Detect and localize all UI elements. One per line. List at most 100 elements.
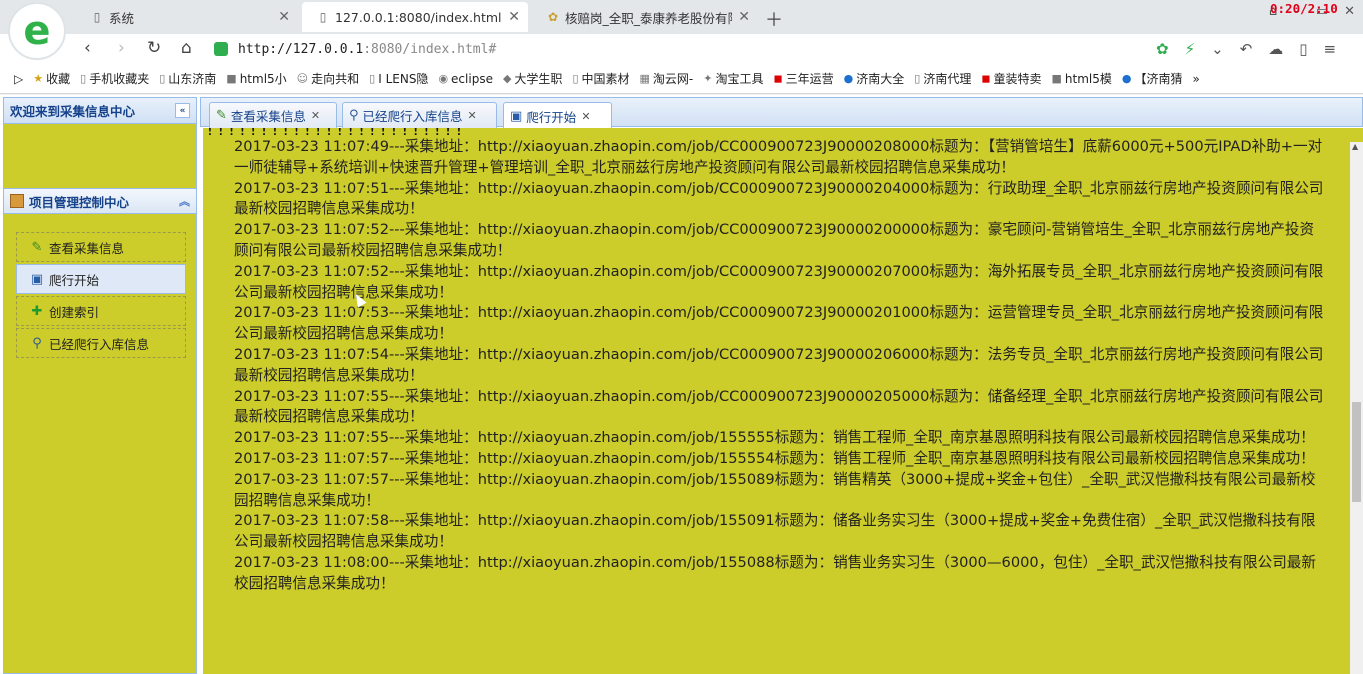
collapse-left-icon[interactable]: « bbox=[175, 103, 190, 118]
close-icon[interactable]: ✕ bbox=[468, 109, 477, 122]
log-list: 2017-03-23 11:07:49---采集地址：http://xiaoyu… bbox=[234, 137, 1324, 595]
menu-item-crawled-info[interactable]: ⚲ 已经爬行入库信息 bbox=[16, 328, 186, 358]
menu-list: ✎ 查看采集信息 ▣ 爬行开始 ✚ 创建索引 ⚲ 已经爬行入库信息 bbox=[16, 232, 186, 360]
fiftyeight-icon: ● bbox=[1121, 72, 1132, 85]
bookmark-item[interactable]: ☺ 走向共和 bbox=[297, 70, 359, 87]
sidebar-toggle-icon[interactable]: ▷ bbox=[14, 72, 23, 86]
site-icon: ◆ bbox=[502, 72, 512, 85]
log-line: 2017-03-23 11:07:52---采集地址：http://xiaoyu… bbox=[234, 262, 1324, 301]
dropdown-icon[interactable]: ⌄ bbox=[1211, 40, 1224, 58]
bookmark-item[interactable]: ■ html5小 bbox=[226, 70, 286, 87]
menu-item-label: 创建索引 bbox=[49, 304, 100, 320]
forward-icon[interactable]: › bbox=[118, 38, 125, 58]
log-line: 2017-03-23 11:07:52---采集地址：http://xiaoyu… bbox=[234, 221, 1315, 259]
sidebar-header: 欢迎来到采集信息中心 « bbox=[4, 98, 196, 124]
page-icon: ▯ bbox=[369, 72, 376, 85]
back-icon[interactable]: ‹ bbox=[84, 38, 91, 58]
nav-right-tools: ✿ ⚡ ⌄ ↶ ☁ ▯ ≡ bbox=[1156, 40, 1336, 58]
more-bookmarks-button[interactable]: » bbox=[1193, 72, 1200, 86]
logo-icon: ◼ bbox=[773, 72, 783, 85]
content-tabs: ✎ 查看采集信息 ✕ ⚲ 已经爬行入库信息 ✕ ▣ 爬行开始 ✕ bbox=[200, 97, 1363, 129]
browser-tab-label: 127.0.0.1:8080/index.html# bbox=[335, 9, 503, 25]
main-panel: ✎ 查看采集信息 ✕ ⚲ 已经爬行入库信息 ✕ ▣ 爬行开始 ✕ !!!!!!!… bbox=[200, 97, 1363, 674]
bookmark-label: 淘云网- bbox=[652, 72, 694, 86]
plus-icon: ✚ bbox=[31, 303, 43, 319]
close-window-icon[interactable]: ✕ bbox=[1344, 4, 1355, 19]
close-icon[interactable]: ✕ bbox=[278, 9, 290, 25]
bookmark-item[interactable]: ★ 收藏 bbox=[33, 70, 70, 87]
bookmark-label: html5模 bbox=[1064, 72, 1112, 86]
bookmark-item[interactable]: ◆ 大学生职 bbox=[503, 70, 562, 87]
close-icon[interactable]: ✕ bbox=[311, 109, 320, 122]
extension-icon[interactable]: ✿ bbox=[1156, 40, 1169, 58]
flower-icon: ✿ bbox=[547, 10, 559, 24]
panel-header[interactable]: 项目管理控制中心 ︽ bbox=[4, 188, 196, 214]
vertical-scrollbar[interactable]: ▲ bbox=[1350, 142, 1363, 674]
bookmark-label: 淘宝工具 bbox=[715, 72, 764, 86]
scroll-up-icon[interactable]: ▲ bbox=[1352, 142, 1358, 151]
fiftyeight-icon: ● bbox=[843, 72, 854, 85]
bookmark-item[interactable]: ◼ 三年运营 bbox=[774, 70, 834, 87]
undo-icon[interactable]: ↶ bbox=[1240, 40, 1253, 58]
bookmark-label: 中国素材 bbox=[581, 72, 630, 86]
eclipse-icon: ◉ bbox=[438, 72, 449, 85]
box-icon bbox=[10, 194, 24, 208]
address-bar[interactable]: http://127.0.0.1:8080/index.html# bbox=[214, 37, 1114, 61]
bookmark-item[interactable]: ▯ 济南代理 bbox=[914, 70, 971, 87]
tool-icon: ✦ bbox=[703, 72, 713, 85]
bookmark-item[interactable]: ▯ 中国素材 bbox=[572, 70, 629, 87]
save-icon: ▣ bbox=[30, 271, 44, 287]
chevron-up-icon[interactable]: ︽ bbox=[179, 193, 190, 209]
tank-icon: ■ bbox=[226, 72, 237, 85]
page-icon: ▯ bbox=[914, 72, 921, 85]
bookmark-item[interactable]: ✦ 淘宝工具 bbox=[703, 70, 763, 87]
close-icon[interactable]: ✕ bbox=[581, 110, 590, 123]
bookmark-item[interactable]: ● 济南大全 bbox=[844, 70, 905, 87]
log-line: 2017-03-23 11:07:49---采集地址：http://xiaoyu… bbox=[234, 138, 1323, 176]
close-icon[interactable]: ✕ bbox=[738, 9, 750, 25]
menu-item-create-index[interactable]: ✚ 创建索引 bbox=[16, 296, 186, 326]
log-line: 2017-03-23 11:07:55---采集地址：http://xiaoyu… bbox=[234, 429, 1315, 447]
reload-icon[interactable]: ↻ bbox=[147, 38, 161, 58]
log-line: 2017-03-23 11:07:55---采集地址：http://xiaoyu… bbox=[234, 387, 1324, 426]
log-line: 2017-03-23 11:08:00---采集地址：http://xiaoyu… bbox=[234, 553, 1316, 592]
bookmark-item[interactable]: ▯ 山东济南 bbox=[159, 70, 216, 87]
bookmark-label: eclipse bbox=[451, 71, 493, 86]
browser-tab-index[interactable]: ▯ 127.0.0.1:8080/index.html# ✕ bbox=[302, 2, 528, 32]
cloud-icon[interactable]: ☁ bbox=[1268, 40, 1283, 58]
browser-tab-job[interactable]: ✿ 核赔岗_全职_泰康养老股份有限公 ✕ bbox=[532, 2, 758, 32]
bookmark-item[interactable]: ◉ eclipse bbox=[438, 72, 493, 86]
scrollbar-thumb[interactable] bbox=[1352, 402, 1361, 502]
tank-icon: ■ bbox=[1051, 72, 1062, 85]
bookmark-label: 走向共和 bbox=[311, 72, 360, 86]
grid-icon: ▦ bbox=[639, 72, 650, 85]
phone-icon[interactable]: ▯ bbox=[1299, 40, 1307, 58]
app-area: 欢迎来到采集信息中心 « 项目管理控制中心 ︽ ✎ 查看采集信息 ▣ 爬行开始 … bbox=[0, 95, 1363, 674]
tab-label: 爬行开始 bbox=[526, 109, 577, 125]
bookmark-item[interactable]: ▦ 淘云网- bbox=[640, 70, 694, 87]
page-icon: ▯ bbox=[572, 72, 579, 85]
log-line: 2017-03-23 11:07:57---采集地址：http://xiaoyu… bbox=[234, 449, 1315, 467]
bookmark-item[interactable]: ■ html5模 bbox=[1052, 70, 1112, 87]
log-line: 2017-03-23 11:07:58---采集地址：http://xiaoyu… bbox=[234, 512, 1316, 551]
face-icon: ☺ bbox=[296, 72, 309, 85]
bookmark-item[interactable]: ▯ 手机收藏夹 bbox=[80, 70, 149, 87]
tab-view-info[interactable]: ✎ 查看采集信息 ✕ bbox=[209, 102, 337, 128]
browser-tab-system[interactable]: ▯ 系统 ✕ bbox=[76, 2, 298, 32]
bookmark-item[interactable]: ◼ 童装特卖 bbox=[981, 70, 1041, 87]
bookmark-label: 济南大全 bbox=[856, 72, 905, 86]
tab-start-crawl[interactable]: ▣ 爬行开始 ✕ bbox=[503, 102, 612, 129]
phone-icon: ▯ bbox=[80, 72, 87, 85]
bookmark-item[interactable]: ▯ I LENS隐 bbox=[369, 70, 428, 87]
new-tab-button[interactable]: ＋ bbox=[765, 6, 783, 32]
bookmark-item[interactable]: ● 【济南猜 bbox=[1122, 70, 1183, 87]
log-line: 2017-03-23 11:07:57---采集地址：http://xiaoyu… bbox=[234, 470, 1316, 509]
home-icon[interactable]: ⌂ bbox=[181, 38, 192, 58]
menu-item-view-info[interactable]: ✎ 查看采集信息 bbox=[16, 232, 186, 262]
crawl-log-area[interactable]: !!!!!!!!!!!!!!!!!!!!!!!! 2017-03-23 11:0… bbox=[203, 128, 1363, 674]
menu-item-start-crawl[interactable]: ▣ 爬行开始 bbox=[16, 264, 186, 294]
tab-crawled-info[interactable]: ⚲ 已经爬行入库信息 ✕ bbox=[342, 102, 497, 128]
close-icon[interactable]: ✕ bbox=[508, 9, 520, 25]
menu-icon[interactable]: ≡ bbox=[1324, 40, 1337, 58]
lightning-icon[interactable]: ⚡ bbox=[1185, 40, 1196, 58]
